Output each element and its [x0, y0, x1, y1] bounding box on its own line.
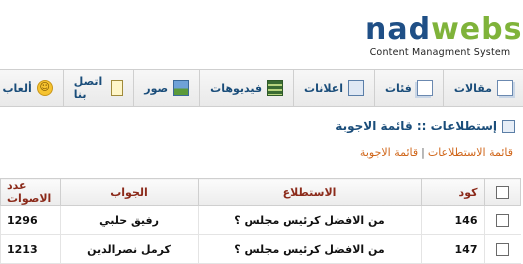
menu-label-games: ألعاب	[2, 81, 32, 95]
brand-logo: nadwebs Content Managment System	[365, 12, 521, 59]
logo-tagline: Content Managment System	[369, 47, 511, 58]
image-icon	[173, 80, 190, 96]
cell-votes: 1296	[0, 205, 60, 235]
cell-poll: من الافضل كرئيس مجلس ؟	[197, 234, 421, 264]
articles-icon	[497, 80, 513, 96]
main-menu-bar: مقالات فئات اعلانات فيديوهات صور اتصل بن…	[0, 69, 523, 107]
header-poll[interactable]: الاستطلاع	[197, 178, 422, 206]
menu-item-photos[interactable]: صور	[133, 69, 199, 107]
cell-poll: من الافضل كرئيس مجلس ؟	[197, 205, 421, 235]
menu-label-contact: اتصل بنا	[73, 75, 103, 101]
menu-label-ads: اعلانات	[304, 81, 343, 95]
breadcrumb-answers-link[interactable]: قائمة الاجوبة	[360, 146, 418, 159]
cell-answer: رفيق حلبي	[59, 205, 198, 235]
menu-item-categories[interactable]: فئات	[374, 69, 443, 107]
menu-item-videos[interactable]: فيديوهات	[199, 69, 293, 107]
film-icon	[267, 80, 284, 96]
logo-wordmark: nadwebs	[365, 12, 521, 47]
calendar-icon	[502, 119, 515, 133]
menu-label-photos: صور	[144, 81, 169, 95]
breadcrumb-polls-link[interactable]: قائمة الاستطلاعات	[428, 146, 513, 159]
row-checkbox[interactable]	[496, 213, 509, 227]
answers-table: كود الاستطلاع الجواب عدد الاصوات 146 من …	[0, 178, 521, 264]
row-select-cell	[483, 205, 521, 235]
header-answer[interactable]: الجواب	[59, 178, 199, 206]
cell-votes: 1213	[0, 234, 60, 264]
smiley-icon: ☺	[36, 80, 53, 96]
table-row: 146 من الافضل كرئيس مجلس ؟ رفيق حلبي 129…	[0, 205, 521, 235]
select-all-checkbox[interactable]	[495, 185, 509, 199]
page-header: إستطلاعات :: قائمة الاجوبة	[335, 119, 515, 133]
logo-part-webs: webs	[431, 12, 523, 47]
cell-code: 147	[420, 234, 484, 264]
header-votes[interactable]: عدد الاصوات	[0, 178, 61, 206]
breadcrumb: قائمة الاستطلاعات|قائمة الاجوبة	[360, 146, 513, 159]
categories-icon	[416, 80, 433, 96]
cell-answer: كرمل نصرالدين	[59, 234, 198, 264]
menu-item-contact[interactable]: اتصل بنا	[62, 69, 134, 107]
ads-icon	[348, 80, 364, 96]
cell-code: 146	[420, 205, 484, 235]
contact-icon	[111, 80, 124, 96]
row-checkbox[interactable]	[496, 242, 509, 256]
breadcrumb-separator: |	[421, 146, 425, 159]
menu-label-articles: مقالات	[453, 81, 492, 95]
menu-item-ads[interactable]: اعلانات	[293, 69, 374, 107]
menu-item-games[interactable]: ☺ ألعاب	[0, 70, 63, 107]
select-all-header[interactable]	[483, 178, 521, 206]
logo-part-nad: nad	[365, 12, 432, 47]
menu-label-videos: فيديوهات	[210, 81, 263, 95]
menu-item-articles[interactable]: مقالات	[442, 69, 523, 107]
page-title: إستطلاعات :: قائمة الاجوبة	[335, 119, 497, 133]
menu-label-categories: فئات	[385, 81, 412, 95]
row-select-cell	[483, 234, 521, 264]
header-code[interactable]: كود	[420, 178, 485, 206]
table-row: 147 من الافضل كرئيس مجلس ؟ كرمل نصرالدين…	[0, 234, 521, 264]
table-header-row: كود الاستطلاع الجواب عدد الاصوات	[0, 178, 521, 206]
